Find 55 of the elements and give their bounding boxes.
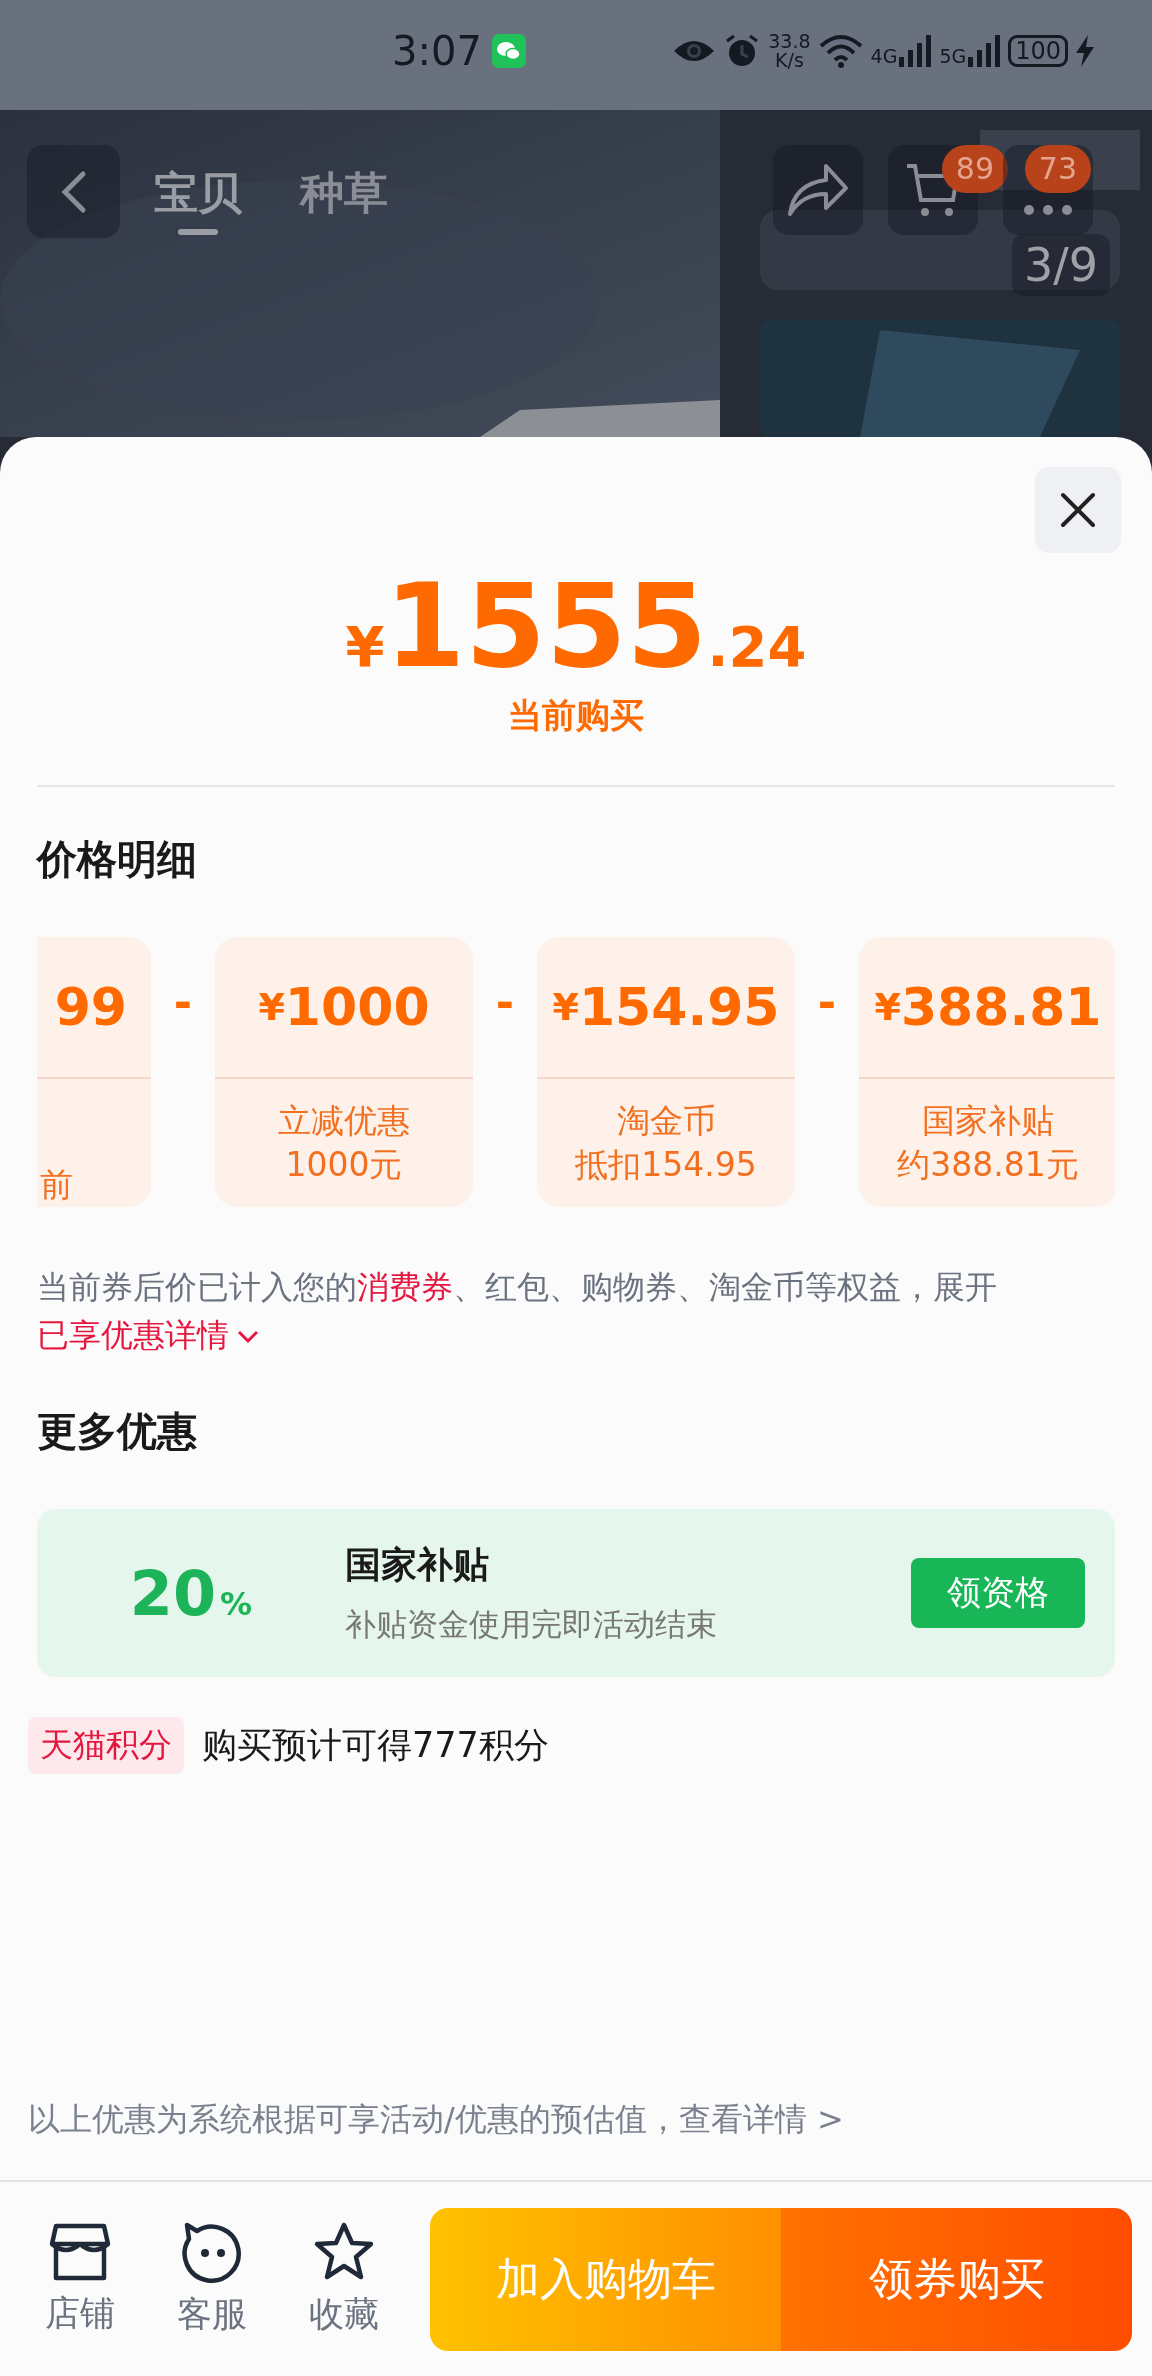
- section-title: 价格明细: [37, 835, 198, 884]
- tab[interactable]: 种草: [294, 163, 394, 237]
- toolbar-shortcut[interactable]: 店铺: [14, 2221, 146, 2337]
- share-button[interactable]: [773, 145, 863, 235]
- section-title: 更多优惠: [37, 1407, 198, 1456]
- tab[interactable]: 宝贝: [148, 163, 248, 237]
- card-label: 淘金币: [616, 1100, 716, 1142]
- network-speed: 33.8: [768, 32, 811, 51]
- points-text: 购买预计可得777积分: [202, 1724, 549, 1767]
- charging-icon: [1076, 35, 1094, 67]
- minus-sign: -: [172, 977, 194, 1028]
- toolbar-shortcut[interactable]: 收藏: [278, 2220, 410, 2338]
- card-amount: ¥1000: [215, 937, 473, 1079]
- offer-title: 国家补贴: [345, 1542, 490, 1587]
- image-counter: 3/9: [1011, 234, 1110, 296]
- price: ¥1555.24: [344, 567, 808, 685]
- card-label: 抵扣154.95: [575, 1144, 757, 1186]
- buy-button[interactable]: 领券购买: [781, 2207, 1132, 2351]
- signal-icon: [968, 35, 1001, 67]
- price-note: 当前券后价已计入您的消费券、红包、购物券、淘金币等权益，展开 已享优惠详情: [37, 1267, 998, 1356]
- link[interactable]: 已享优惠详情: [37, 1316, 229, 1354]
- share-icon: [786, 162, 850, 218]
- back-button[interactable]: [27, 145, 120, 238]
- toolbar-shortcut[interactable]: 客服: [146, 2220, 278, 2338]
- network-speed-unit: K/s: [775, 51, 804, 70]
- claim-button[interactable]: 领资格: [911, 1558, 1085, 1628]
- chat-face-icon: [181, 2220, 243, 2283]
- chevron-down-icon[interactable]: [237, 1330, 259, 1344]
- card-label: 1000元: [285, 1144, 403, 1186]
- wifi-icon: [818, 34, 863, 68]
- signal-icon: [899, 35, 932, 67]
- offer-subtitle: 补贴资金使用完即活动结束: [345, 1604, 718, 1644]
- store-icon: [48, 2221, 112, 2282]
- card-amount: ¥154.95: [537, 937, 795, 1079]
- network-type: 5G: [939, 45, 967, 67]
- card-label: 立减优惠: [278, 1100, 410, 1142]
- card-label: 国家补贴: [922, 1100, 1054, 1142]
- card-amount: ¥388.81: [859, 937, 1115, 1079]
- minus-sign: -: [494, 977, 516, 1028]
- card-label: 约388.81元: [897, 1144, 1079, 1186]
- more-icon: [1023, 204, 1073, 216]
- chat-app-icon: [491, 34, 526, 68]
- disclaimer-link[interactable]: 以上优惠为系统根据可享活动/优惠的预估值，查看详情 >: [28, 2098, 1152, 2142]
- close-button[interactable]: [1035, 467, 1121, 553]
- points-tag: 天猫积分: [28, 1717, 184, 1774]
- price-caption: 当前购买: [507, 694, 645, 737]
- status-time: 3:07: [392, 28, 482, 74]
- close-icon: [1060, 492, 1096, 528]
- network-type: 4G: [870, 45, 898, 67]
- battery-indicator: 100: [1008, 35, 1068, 67]
- card-amount: 99: [37, 937, 151, 1079]
- link[interactable]: 消费券: [357, 1268, 453, 1306]
- card-label: 前: [40, 1164, 73, 1206]
- discount-percent: 20%: [128, 1556, 254, 1630]
- minus-sign: -: [816, 977, 838, 1028]
